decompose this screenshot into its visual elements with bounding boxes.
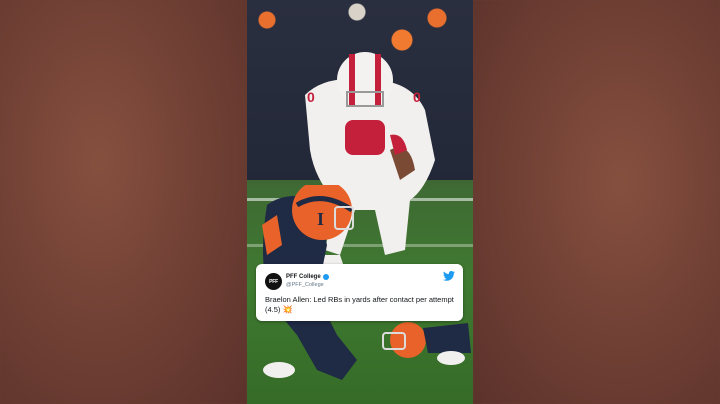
tweet-card[interactable]: PFF PFF College @PFF_College Braelon All…: [256, 264, 463, 321]
account-name[interactable]: PFF College: [286, 274, 329, 280]
avatar-label: PFF: [269, 278, 278, 285]
verified-badge-icon: [322, 274, 329, 280]
white-jersey-number-right: 0: [413, 89, 421, 105]
blurred-backdrop-right: [473, 0, 720, 404]
twitter-bird-icon: [443, 271, 455, 281]
tweet-body: Braelon Allen: Led RBs in yards after co…: [265, 295, 454, 314]
account-name-text: PFF College: [286, 274, 321, 280]
video-frame[interactable]: 0 0 I: [247, 0, 473, 404]
tweet-text: Braelon Allen: Led RBs in yards after co…: [265, 295, 455, 315]
orange-helmet-logo: I: [317, 209, 324, 229]
collision-emoji-icon: 💥: [282, 305, 293, 314]
account-handle[interactable]: @PFF_College: [286, 282, 324, 288]
downed-player-orange-helmet: [382, 322, 471, 365]
blurred-backdrop-left: [0, 0, 247, 404]
account-avatar[interactable]: PFF: [265, 273, 282, 290]
white-jersey-number-left: 0: [307, 89, 315, 105]
